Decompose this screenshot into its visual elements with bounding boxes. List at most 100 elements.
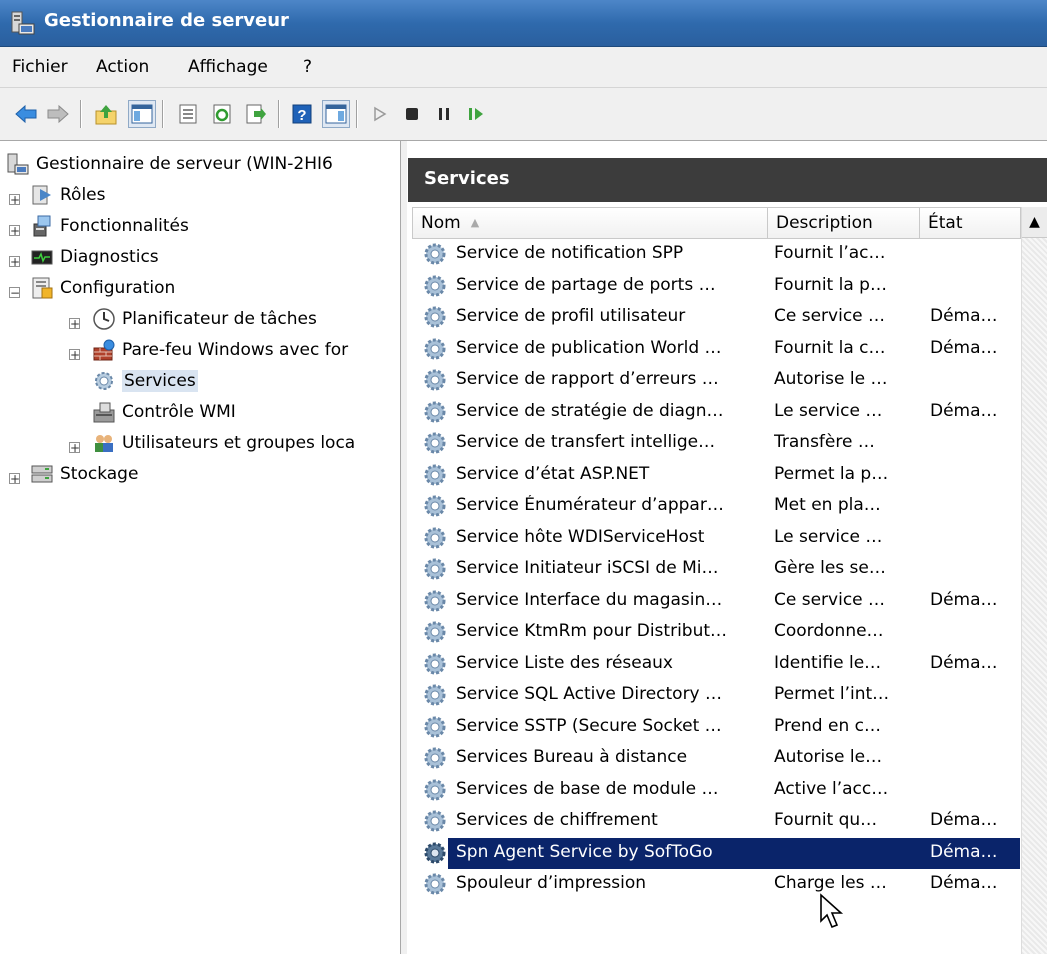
vertical-scrollbar[interactable]: ▲ — [1021, 207, 1047, 954]
menu-bar: Fichier Action Affichage ? — [0, 47, 1047, 88]
refresh-icon[interactable] — [210, 102, 234, 126]
service-row[interactable]: Services de base de module … Active l’acc… — [412, 775, 1020, 806]
tree-item-wmi-control[interactable]: Contrôle WMI — [92, 397, 236, 427]
service-row[interactable]: Service Interface du magasin… Ce service … — [412, 586, 1020, 617]
expand-firewall[interactable]: + — [69, 349, 80, 361]
service-row-selected[interactable]: Spn Agent Service by SofToGo Déma… — [424, 837, 1020, 869]
tree-label-wmi-control: Contrôle WMI — [122, 402, 236, 422]
tree-label-services: Services — [122, 370, 198, 392]
service-row[interactable]: Service Liste des réseaux Identifie le… Dé… — [412, 649, 1020, 680]
restart-icon[interactable] — [464, 102, 488, 126]
tree-item-roles[interactable]: Rôles — [30, 180, 106, 210]
service-row[interactable]: Service de partage de ports … Fournit la … — [412, 271, 1020, 302]
pause-icon[interactable] — [432, 102, 456, 126]
service-gear-icon — [422, 525, 448, 551]
expand-storage[interactable]: + — [9, 473, 20, 485]
service-description: Ce service … — [774, 589, 886, 610]
forward-icon[interactable] — [46, 102, 70, 126]
server-manager-icon — [11, 11, 35, 35]
service-description: Active l’acc… — [774, 778, 889, 799]
service-row[interactable]: Spouleur d’impression Charge les … Déma… — [412, 869, 1020, 900]
tree-item-local-users[interactable]: Utilisateurs et groupes loca — [92, 428, 355, 458]
help-icon[interactable]: ? — [290, 102, 314, 126]
show-tree-icon[interactable] — [128, 100, 156, 128]
service-row[interactable]: Services Bureau à distance Autorise le… — [412, 743, 1020, 774]
service-row[interactable]: Service Initiateur iSCSI de Mi… Gère les … — [412, 554, 1020, 585]
start-icon[interactable] — [368, 102, 392, 126]
navigation-tree[interactable]: Gestionnaire de serveur (WIN-2HI6 + Rôle… — [0, 141, 401, 954]
service-name: Service Liste des réseaux — [456, 652, 673, 673]
expand-task-scheduler[interactable]: + — [69, 318, 80, 330]
stop-icon[interactable] — [400, 102, 424, 126]
title-bar[interactable]: Gestionnaire de serveur — [0, 0, 1047, 47]
toolbar: ? — [0, 88, 1047, 141]
service-description: Met en pla… — [774, 495, 881, 515]
menu-help[interactable]: ? — [303, 57, 312, 77]
tree-item-firewall[interactable]: Pare-feu Windows avec for — [92, 335, 348, 365]
service-row[interactable]: Service KtmRm pour Distribut… Coordonne… — [412, 617, 1020, 648]
column-header-description[interactable]: Description — [768, 207, 920, 239]
service-name: Service de publication World … — [456, 337, 722, 358]
properties-icon[interactable] — [176, 102, 200, 126]
service-name: Service d’état ASP.NET — [456, 463, 650, 484]
scroll-up-arrow-icon[interactable]: ▲ — [1022, 207, 1047, 238]
service-name: Spn Agent Service by SofToGo — [456, 841, 713, 862]
service-name: Service KtmRm pour Distribut… — [456, 621, 728, 641]
service-description: Transfère … — [774, 432, 875, 452]
tree-item-features[interactable]: Fonctionnalités — [30, 211, 189, 241]
services-panel-header: Services — [408, 158, 1047, 202]
service-description: Fournit qu… — [774, 810, 878, 830]
service-description: Le service … — [774, 526, 883, 547]
service-gear-icon — [422, 808, 448, 834]
service-row[interactable]: Service de publication World … Fournit la… — [412, 334, 1020, 365]
export-icon[interactable] — [244, 102, 268, 126]
diagnostics-icon — [31, 250, 53, 265]
expand-roles[interactable]: + — [9, 194, 20, 206]
service-row[interactable]: Service de stratégie de diagn… Le service… — [412, 397, 1020, 428]
service-row[interactable]: Service de profil utilisateur Ce service … — [412, 302, 1020, 333]
storage-icon — [31, 465, 53, 483]
expand-features[interactable]: + — [9, 225, 20, 237]
service-row[interactable]: Service SSTP (Secure Socket … Prend en c… — [412, 712, 1020, 743]
tree-item-diagnostics[interactable]: Diagnostics — [30, 242, 159, 272]
expand-local-users[interactable]: + — [69, 442, 80, 454]
service-gear-icon — [422, 682, 448, 708]
service-row[interactable]: Service SQL Active Directory … Permet l’i… — [412, 680, 1020, 711]
tree-item-services[interactable]: Services — [92, 366, 198, 396]
service-description: Fournit l’ac… — [774, 243, 886, 263]
expand-diagnostics[interactable]: + — [9, 256, 20, 268]
tree-item-task-scheduler[interactable]: Planificateur de tâches — [92, 304, 317, 334]
service-row[interactable]: Service hôte WDIServiceHost Le service … — [412, 523, 1020, 554]
service-row[interactable]: Service de notification SPP Fournit l’ac… — [412, 239, 1020, 270]
service-gear-icon — [422, 556, 448, 582]
tree-label-roles: Rôles — [60, 185, 106, 205]
column-header-name[interactable]: Nom ▲ — [412, 207, 768, 239]
back-icon[interactable] — [14, 102, 38, 126]
service-description: Le service … — [774, 400, 883, 421]
service-row[interactable]: Service de transfert intellige… Transfère… — [412, 428, 1020, 459]
menu-fichier[interactable]: Fichier — [12, 57, 68, 77]
tree-label-firewall: Pare-feu Windows avec for — [122, 340, 349, 360]
service-gear-icon — [422, 367, 448, 393]
service-gear-icon — [422, 651, 448, 677]
tree-item-configuration[interactable]: Configuration — [30, 273, 175, 303]
up-folder-icon[interactable] — [94, 102, 118, 126]
service-row[interactable]: Service Énumérateur d’appar… Met en pla… — [412, 491, 1020, 522]
tree-root[interactable]: Gestionnaire de serveur (WIN-2HI6 — [6, 149, 333, 179]
pane-splitter[interactable] — [401, 141, 407, 954]
service-row[interactable]: Services de chiffrement Fournit qu… Déma… — [412, 806, 1020, 837]
menu-action[interactable]: Action — [96, 57, 149, 77]
column-header-state[interactable]: État — [920, 207, 1021, 239]
service-row[interactable]: Service de rapport d’erreurs … Autorise l… — [412, 365, 1020, 396]
service-name: Service de notification SPP — [456, 243, 684, 263]
service-row[interactable]: Service d’état ASP.NET Permet la p… — [412, 460, 1020, 491]
menu-affichage[interactable]: Affichage — [188, 57, 268, 77]
service-gear-icon — [422, 745, 448, 771]
action-pane-icon[interactable] — [322, 100, 350, 128]
gear-icon — [95, 372, 113, 390]
service-gear-icon — [422, 777, 448, 803]
collapse-configuration[interactable]: − — [9, 287, 20, 299]
firewall-icon — [93, 339, 115, 361]
tree-item-storage[interactable]: Stockage — [30, 459, 138, 489]
service-name: Service Initiateur iSCSI de Mi… — [456, 558, 719, 578]
